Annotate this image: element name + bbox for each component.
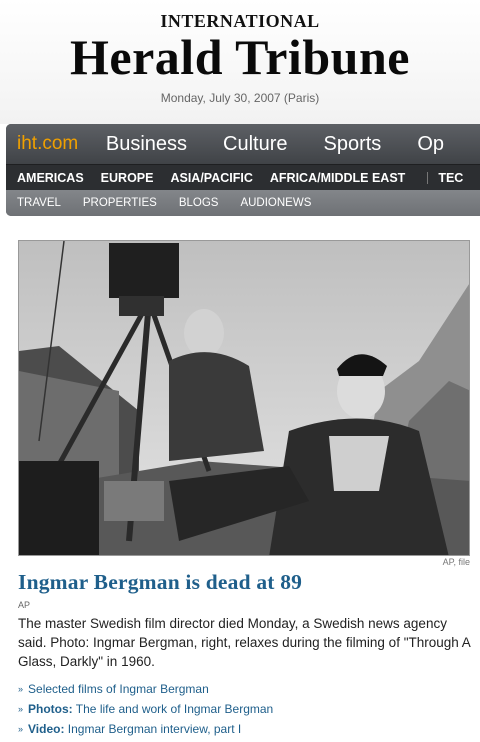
nav-sections: iht.com Business Culture Sports Op (6, 124, 480, 164)
nav-logo-iht[interactable]: iht.com (6, 133, 106, 155)
article-photo[interactable] (18, 240, 470, 556)
related-link-label[interactable]: Video: (28, 722, 64, 736)
related-link-video[interactable]: » Video: Ingmar Bergman interview, part I (18, 720, 474, 740)
nav-subsections: TRAVEL PROPERTIES BLOGS AUDIONEWS (6, 190, 480, 216)
bullet-icon: » (18, 724, 24, 734)
nav-sub-travel[interactable]: TRAVEL (17, 197, 61, 209)
nav-sub-audionews[interactable]: AUDIONEWS (240, 197, 311, 209)
related-link-text[interactable]: Selected films of Ingmar Bergman (28, 682, 209, 696)
edition-date: Monday, July 30, 2007 (Paris) (160, 91, 320, 105)
photo-bergman-on-set (19, 241, 469, 555)
nav-region-europe[interactable]: EUROPE (101, 171, 154, 185)
article-byline: AP (18, 600, 31, 610)
nav-sub-properties[interactable]: PROPERTIES (83, 197, 157, 209)
nav-item-opinion[interactable]: Op (417, 133, 444, 156)
related-links: » Selected films of Ingmar Bergman » Photo… (18, 680, 474, 740)
nav-item-sports[interactable]: Sports (324, 133, 382, 156)
main-navigation: iht.com Business Culture Sports Op AMERI… (6, 124, 480, 216)
related-link-selected-films[interactable]: » Selected films of Ingmar Bergman (18, 680, 474, 700)
related-link-photos[interactable]: » Photos: The life and work of Ingmar Ber… (18, 700, 474, 720)
nav-region-americas[interactable]: AMERICAS (17, 171, 84, 185)
related-link-label[interactable]: Photos: (28, 702, 73, 716)
nav-divider (427, 171, 429, 184)
nav-item-business[interactable]: Business (106, 133, 187, 156)
article-headline[interactable]: Ingmar Bergman is dead at 89 (18, 570, 470, 595)
bullet-icon: » (18, 704, 24, 714)
related-link-text[interactable]: The life and work of Ingmar Bergman (73, 702, 273, 716)
nav-item-technology[interactable]: TEC (438, 171, 463, 185)
masthead-logo[interactable]: Herald Tribune (0, 30, 480, 84)
masthead: INTERNATIONAL Herald Tribune Monday, Jul… (0, 0, 480, 124)
bullet-icon: » (18, 684, 24, 694)
nav-item-culture[interactable]: Culture (223, 133, 287, 156)
nav-sub-blogs[interactable]: BLOGS (179, 197, 219, 209)
nav-regions: AMERICAS EUROPE ASIA/PACIFIC AFRICA/MIDD… (6, 164, 480, 190)
article-summary: The master Swedish film director died Mo… (18, 616, 471, 669)
nav-region-africa-middle-east[interactable]: AFRICA/MIDDLE EAST (270, 171, 405, 185)
related-link-text[interactable]: Ingmar Bergman interview, part I (64, 722, 241, 736)
photo-credit: AP, file (442, 557, 470, 567)
nav-region-asia-pacific[interactable]: ASIA/PACIFIC (170, 171, 252, 185)
